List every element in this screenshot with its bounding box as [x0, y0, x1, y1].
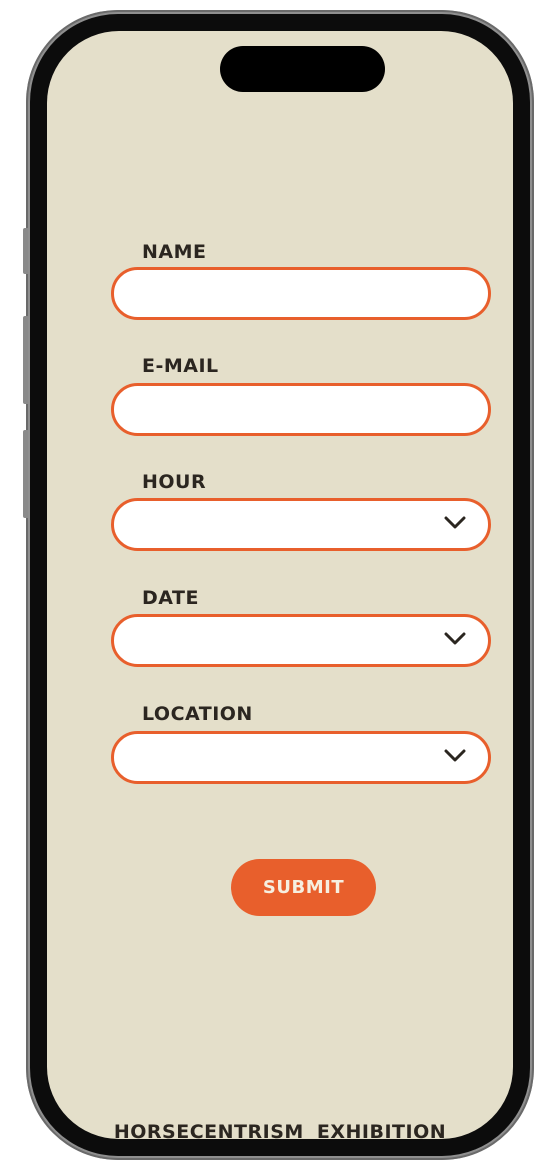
chevron-down-icon: [444, 516, 466, 529]
dynamic-island: [220, 46, 385, 92]
chevron-down-icon: [444, 749, 466, 762]
email-field[interactable]: [114, 386, 488, 433]
name-field[interactable]: [114, 270, 488, 317]
email-field-container: [111, 383, 491, 436]
name-label: NAME: [142, 241, 207, 263]
action-button: [23, 228, 28, 274]
exhibition-title: HORSECENTRISM EXHIBITION: [113, 1121, 447, 1139]
volume-up-button: [23, 316, 28, 404]
email-label: E-MAIL: [142, 355, 219, 377]
location-select[interactable]: [111, 731, 491, 784]
hour-label: HOUR: [142, 471, 207, 493]
hour-select[interactable]: [111, 498, 491, 551]
name-field-container: [111, 267, 491, 320]
date-label: DATE: [142, 587, 199, 609]
location-label: LOCATION: [142, 703, 253, 725]
screen: NAME E-MAIL HOUR DATE LOCATION SUBMIT HO…: [47, 31, 513, 1139]
date-select[interactable]: [111, 614, 491, 667]
submit-button[interactable]: SUBMIT: [231, 859, 376, 916]
chevron-down-icon: [444, 632, 466, 645]
volume-down-button: [23, 430, 28, 518]
